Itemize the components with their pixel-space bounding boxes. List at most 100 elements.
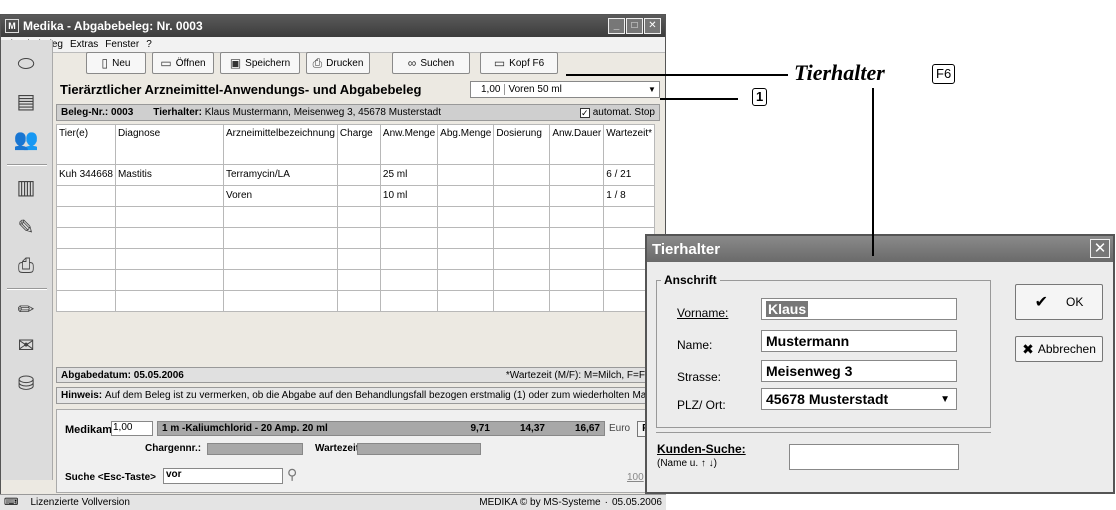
table-cell[interactable] [336, 290, 381, 312]
cabinet-icon[interactable]: ▥ [13, 176, 39, 200]
search-button[interactable]: ∞ Suchen [392, 52, 470, 74]
table-cell[interactable] [437, 164, 495, 186]
users-icon[interactable]: 👥 [13, 128, 39, 152]
table-cell[interactable] [336, 206, 381, 228]
table-cell[interactable] [549, 248, 605, 270]
column-header[interactable]: Abg.Menge [437, 124, 495, 165]
table-row[interactable] [56, 227, 656, 249]
header-button[interactable]: ▭ Kopf F6 [480, 52, 558, 74]
folder-icon[interactable]: ✉ [13, 334, 39, 358]
printer-icon[interactable]: ⎙ [13, 254, 39, 278]
ok-button[interactable]: ✔ OK [1015, 284, 1103, 320]
table-cell[interactable] [336, 164, 381, 186]
table-row[interactable] [56, 269, 656, 291]
vorname-input[interactable]: Klaus [761, 298, 957, 320]
table-cell[interactable] [437, 206, 495, 228]
column-header[interactable]: Tier(e) [56, 124, 116, 165]
table-cell[interactable] [437, 248, 495, 270]
table-cell[interactable] [114, 227, 224, 249]
table-row[interactable]: Kuh 344668 Mastitis Terramycin/LA 25 ml 6 / … [56, 164, 656, 186]
table-cell[interactable]: Mastitis [114, 164, 224, 186]
table-cell[interactable] [549, 269, 605, 291]
search-icon[interactable]: ⚲ [287, 466, 297, 483]
table-cell[interactable] [114, 269, 224, 291]
table-cell[interactable] [114, 248, 224, 270]
table-cell[interactable] [114, 206, 224, 228]
table-cell[interactable] [56, 248, 116, 270]
wartezeit-field[interactable] [357, 443, 481, 455]
table-cell[interactable]: Terramycin/LA [222, 164, 338, 186]
table-cell[interactable] [379, 248, 439, 270]
column-header[interactable]: Arzneimittelbezeichnung [222, 124, 338, 165]
column-header[interactable]: Anw.Dauer [549, 124, 605, 165]
title-bar[interactable]: M Medika - Abgabebeleg: Nr. 0003 _ □ ✕ [1, 15, 665, 37]
table-cell[interactable] [493, 227, 551, 249]
medication-combo[interactable]: 1,00 Voren 50 ml ▼ [470, 81, 660, 98]
table-cell[interactable] [56, 269, 116, 291]
table-cell[interactable]: 1 / 8 [603, 185, 656, 207]
column-header[interactable]: Charge [336, 124, 381, 165]
table-row[interactable] [56, 248, 656, 270]
table-cell[interactable] [493, 269, 551, 291]
table-cell[interactable] [437, 185, 495, 207]
table-cell[interactable] [437, 269, 495, 291]
database-icon[interactable]: ⛁ [13, 372, 39, 396]
table-cell[interactable] [56, 290, 116, 312]
table-cell[interactable] [549, 227, 605, 249]
edit-document-icon[interactable]: ✎ [13, 216, 39, 240]
table-cell[interactable] [222, 206, 338, 228]
menu-fenster[interactable]: Fenster [105, 39, 139, 50]
table-cell[interactable] [222, 290, 338, 312]
column-header[interactable]: Anw.Menge [379, 124, 439, 165]
table-cell[interactable] [56, 227, 116, 249]
table-row[interactable]: Voren 10 ml 1 / 8 [56, 185, 656, 207]
table-cell[interactable] [114, 290, 224, 312]
dialog-close-icon[interactable]: ✕ [1090, 239, 1110, 258]
column-header[interactable]: Dosierung [493, 124, 551, 165]
table-row[interactable] [56, 290, 656, 312]
table-cell[interactable] [493, 290, 551, 312]
kunden-search-input[interactable] [789, 444, 959, 470]
table-cell[interactable] [336, 227, 381, 249]
table-cell[interactable] [437, 227, 495, 249]
table-cell[interactable] [222, 269, 338, 291]
table-cell[interactable] [379, 290, 439, 312]
table-cell[interactable] [493, 206, 551, 228]
table-cell[interactable] [56, 185, 116, 207]
menu-help[interactable]: ? [146, 39, 152, 50]
pencil-icon[interactable]: ✏ [13, 298, 39, 322]
save-button[interactable]: ▣ Speichern [220, 52, 300, 74]
table-cell[interactable]: 25 ml [379, 164, 439, 186]
new-button[interactable]: ▯ Neu [86, 52, 146, 74]
table-cell[interactable]: Voren [222, 185, 338, 207]
table-cell[interactable]: Kuh 344668 [56, 164, 116, 186]
pills-icon[interactable]: ⬭ [13, 52, 39, 76]
name-input[interactable]: Mustermann [761, 330, 957, 352]
table-cell[interactable] [549, 164, 605, 186]
table-cell[interactable] [336, 185, 381, 207]
strasse-input[interactable]: Meisenweg 3 [761, 360, 957, 382]
table-cell[interactable] [56, 206, 116, 228]
dialog-title-bar[interactable]: Tierhalter [647, 236, 1113, 262]
chevron-down-icon[interactable]: ▼ [645, 85, 659, 94]
table-row[interactable] [56, 206, 656, 228]
chevron-down-icon[interactable]: ▼ [940, 394, 950, 405]
column-header[interactable]: Diagnose [114, 124, 224, 165]
table-cell[interactable] [549, 290, 605, 312]
auto-stop-checkbox[interactable]: ✓ [579, 107, 590, 118]
medikam-qty-input[interactable]: 1,00 [111, 421, 153, 436]
menu-extras[interactable]: Extras [70, 39, 98, 50]
table-cell[interactable]: 10 ml [379, 185, 439, 207]
document-icon[interactable]: ▤ [13, 90, 39, 114]
search-input[interactable]: vor [163, 468, 283, 484]
maximize-button[interactable]: □ [626, 18, 643, 34]
table-cell[interactable] [493, 164, 551, 186]
print-button[interactable]: ⎙ Drucken [306, 52, 370, 74]
open-button[interactable]: ▭ Öffnen [152, 52, 214, 74]
table-cell[interactable] [379, 269, 439, 291]
table-cell[interactable] [549, 185, 605, 207]
table-cell[interactable] [603, 206, 656, 228]
table-cell[interactable] [437, 290, 495, 312]
table-cell[interactable]: 6 / 21 [603, 164, 656, 186]
table-cell[interactable] [336, 248, 381, 270]
